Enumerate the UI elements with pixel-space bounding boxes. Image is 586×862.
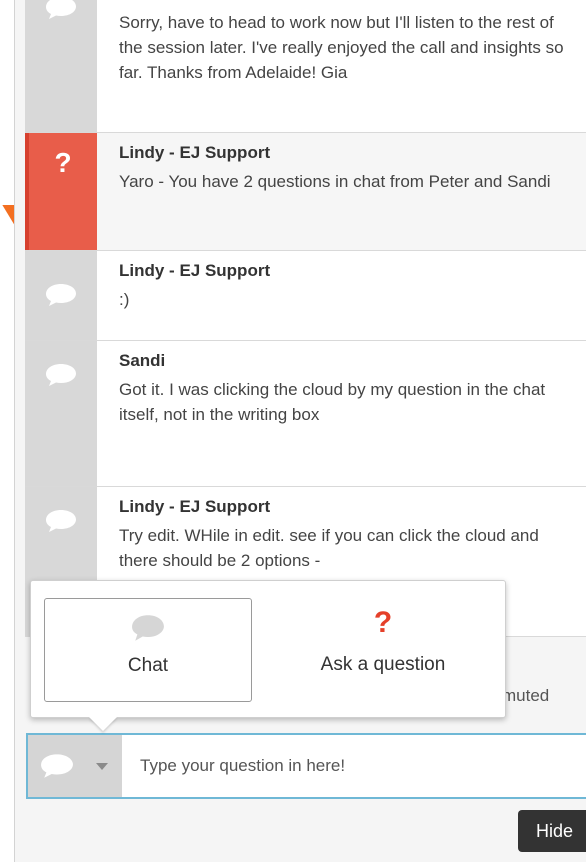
message-type-chat xyxy=(25,251,97,340)
message-text: Got it. I was clicking the cloud by my q… xyxy=(119,380,546,424)
chat-bubble-icon xyxy=(132,615,164,641)
hide-button[interactable]: Hide xyxy=(518,810,586,852)
chevron-down-icon xyxy=(96,763,108,770)
message-type-toggle[interactable] xyxy=(28,735,122,797)
message-type-chat xyxy=(25,0,97,132)
list-item-question: ? Lindy - EJ Support Yaro - You have 2 q… xyxy=(25,133,586,251)
chat-option-button[interactable]: Chat xyxy=(44,598,252,702)
ask-question-option-button[interactable]: ? Ask a question xyxy=(279,598,487,702)
message-text: :) xyxy=(119,290,130,309)
chat-bubble-icon xyxy=(41,754,73,778)
message-type-question: ? xyxy=(25,133,97,250)
ask-question-option-label: Ask a question xyxy=(320,654,446,675)
question-mark-icon: ? xyxy=(54,147,72,178)
message-list[interactable]: Sorry, have to head to work now but I'll… xyxy=(25,0,586,640)
message-author: Lindy - EJ Support xyxy=(119,143,271,162)
page-left-strip xyxy=(0,0,14,862)
message-type-chat xyxy=(25,341,97,486)
list-item: Sandi Got it. I was clicking the cloud b… xyxy=(25,341,586,487)
chat-bubble-icon xyxy=(46,510,76,532)
list-item: Sorry, have to head to work now but I'll… xyxy=(25,0,586,133)
chat-bubble-icon xyxy=(46,364,76,386)
chat-bubble-icon xyxy=(46,284,76,306)
message-author: Sandi xyxy=(119,351,166,370)
message-author: Lindy - EJ Support xyxy=(119,261,271,280)
message-compose-bar xyxy=(26,733,586,799)
chat-bubble-icon xyxy=(46,0,76,19)
muted-status: muted xyxy=(502,686,550,705)
message-text: Sorry, have to head to work now but I'll… xyxy=(119,13,564,82)
message-type-popup: Chat ? Ask a question xyxy=(30,580,506,718)
chat-option-label: Chat xyxy=(127,655,169,676)
question-mark-icon: ? xyxy=(373,606,393,639)
list-item: Lindy - EJ Support :) xyxy=(25,251,586,341)
message-input[interactable] xyxy=(122,735,586,797)
message-author: Lindy - EJ Support xyxy=(119,497,271,516)
message-text: Try edit. WHile in edit. see if you can … xyxy=(119,526,539,570)
message-text: Yaro - You have 2 questions in chat from… xyxy=(119,172,551,191)
